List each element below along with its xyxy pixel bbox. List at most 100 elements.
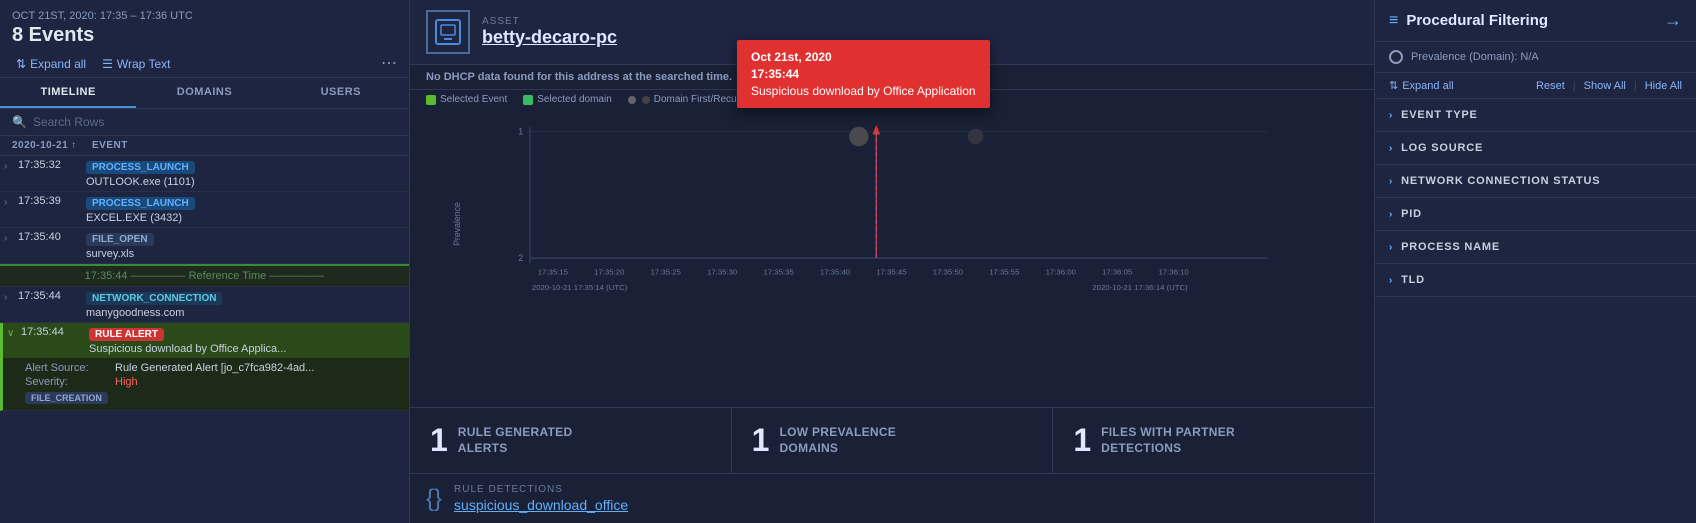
filter-hide-all-link[interactable]: Hide All bbox=[1645, 80, 1682, 92]
search-input[interactable] bbox=[33, 115, 397, 129]
chevron-right-icon: › bbox=[1389, 209, 1393, 220]
events-list: › 17:35:32 PROCESS_LAUNCH OUTLOOK.exe (1… bbox=[0, 156, 409, 523]
filter-expand-all-label: Expand all bbox=[1402, 80, 1453, 92]
expand-chevron[interactable]: › bbox=[4, 290, 18, 303]
event-time: 17:35:39 bbox=[18, 195, 86, 207]
events-count: 8 Events bbox=[12, 24, 397, 47]
recurring-dot bbox=[642, 96, 650, 104]
svg-text:17:35:30: 17:35:30 bbox=[707, 268, 738, 277]
svg-text:17:35:45: 17:35:45 bbox=[876, 268, 906, 277]
list-item: › 17:35:32 PROCESS_LAUNCH OUTLOOK.exe (1… bbox=[0, 156, 409, 192]
tab-domains[interactable]: DOMAINS bbox=[136, 78, 272, 108]
expand-chevron[interactable]: › bbox=[4, 195, 18, 208]
detail-label-severity: Severity: bbox=[25, 376, 115, 388]
filter-section-header-process-name[interactable]: › PROCESS NAME bbox=[1375, 231, 1696, 263]
event-row-main[interactable]: › 17:35:39 PROCESS_LAUNCH EXCEL.EXE (343… bbox=[0, 192, 409, 227]
filter-section-log-source: › LOG SOURCE bbox=[1375, 132, 1696, 165]
svg-text:17:36:05: 17:36:05 bbox=[1102, 268, 1132, 277]
expand-all-button[interactable]: ⇅ Expand all bbox=[12, 55, 90, 73]
event-row-main[interactable]: › 17:35:44 NETWORK_CONNECTION manygoodne… bbox=[0, 287, 409, 322]
rule-detections-name[interactable]: suspicious_download_office bbox=[454, 497, 1358, 513]
asset-label: ASSET bbox=[482, 16, 1358, 27]
filter-icon: ≡ bbox=[1389, 12, 1398, 30]
stat-rule-alerts[interactable]: 1 RULE GENERATEDALERTS bbox=[410, 408, 732, 473]
filter-section-header-network-status[interactable]: › NETWORK CONNECTION STATUS bbox=[1375, 165, 1696, 197]
rule-detections-icon: {} bbox=[426, 485, 442, 513]
event-content: RULE ALERT Suspicious download by Office… bbox=[89, 326, 401, 355]
list-item: ∨ 17:35:44 RULE ALERT Suspicious downloa… bbox=[0, 323, 409, 411]
stat-label-low-prevalence: LOW PREVALENCEDOMAINS bbox=[779, 425, 896, 456]
tab-users[interactable]: USERS bbox=[273, 78, 409, 108]
event-row-main[interactable]: › 17:35:32 PROCESS_LAUNCH OUTLOOK.exe (1… bbox=[0, 156, 409, 191]
filter-section-header-event-type[interactable]: › EVENT TYPE bbox=[1375, 99, 1696, 131]
svg-text:2020-10-21 17:35:14 (UTC): 2020-10-21 17:35:14 (UTC) bbox=[532, 283, 628, 292]
svg-text:Prevalence: Prevalence bbox=[452, 202, 462, 246]
event-badge: PROCESS_LAUNCH bbox=[86, 161, 195, 174]
detail-severity: Severity: High bbox=[25, 376, 397, 388]
left-panel: OCT 21ST, 2020: 17:35 – 17:36 UTC 8 Even… bbox=[0, 0, 410, 523]
tab-timeline[interactable]: TIMELINE bbox=[0, 78, 136, 108]
prevalence-label: Prevalence (Domain): N/A bbox=[1411, 51, 1539, 63]
more-button[interactable]: ⋯ bbox=[381, 56, 397, 72]
asset-icon bbox=[426, 10, 470, 54]
stat-number-partner-detections: 1 bbox=[1073, 422, 1091, 459]
expand-chevron[interactable]: › bbox=[4, 159, 18, 172]
toolbar: ⇅ Expand all ☰ Wrap Text ⋯ bbox=[0, 51, 409, 78]
expand-chevron[interactable]: › bbox=[4, 231, 18, 244]
event-badge: NETWORK_CONNECTION bbox=[86, 292, 222, 305]
event-badge-next: FILE_CREATION bbox=[25, 392, 108, 404]
svg-text:17:35:20: 17:35:20 bbox=[594, 268, 625, 277]
filter-section-header-pid[interactable]: › PID bbox=[1375, 198, 1696, 230]
svg-text:17:35:15: 17:35:15 bbox=[538, 268, 568, 277]
filter-section-network-status: › NETWORK CONNECTION STATUS bbox=[1375, 165, 1696, 198]
event-content: NETWORK_CONNECTION manygoodness.com bbox=[86, 290, 401, 319]
filter-reset-link[interactable]: Reset bbox=[1536, 80, 1565, 92]
detail-value-alert-source: Rule Generated Alert [jo_c7fca982-4ad... bbox=[115, 362, 397, 374]
right-panel-title-text: Procedural Filtering bbox=[1406, 12, 1548, 29]
stat-partner-detections[interactable]: 1 FILES WITH PARTNERDETECTIONS bbox=[1053, 408, 1374, 473]
event-content: PROCESS_LAUNCH OUTLOOK.exe (1101) bbox=[86, 159, 401, 188]
filter-show-all-link[interactable]: Show All bbox=[1584, 80, 1626, 92]
event-badge: RULE ALERT bbox=[89, 328, 164, 341]
event-badge: FILE_OPEN bbox=[86, 233, 154, 246]
event-row-main[interactable]: › 17:35:40 FILE_OPEN survey.xls bbox=[0, 228, 409, 263]
stat-low-prevalence[interactable]: 1 LOW PREVALENCEDOMAINS bbox=[732, 408, 1054, 473]
prevalence-chart: Prevalence 1 2 17:35:15 17:35:20 17:35:2… bbox=[418, 117, 1358, 297]
filter-section-label-network-status: NETWORK CONNECTION STATUS bbox=[1401, 175, 1600, 187]
list-item: › 17:35:39 PROCESS_LAUNCH EXCEL.EXE (343… bbox=[0, 192, 409, 228]
svg-text:1: 1 bbox=[518, 127, 523, 137]
column-headers: 2020-10-21 ↑ EVENT bbox=[0, 136, 409, 156]
event-content: FILE_OPEN survey.xls bbox=[86, 231, 401, 260]
svg-text:17:35:55: 17:35:55 bbox=[989, 268, 1019, 277]
selected-domain-dot bbox=[523, 95, 533, 105]
wrap-text-button[interactable]: ☰ Wrap Text bbox=[98, 55, 174, 73]
event-desc: manygoodness.com bbox=[86, 307, 401, 319]
expand-icon: ⇅ bbox=[16, 57, 26, 71]
col-date-header: 2020-10-21 ↑ bbox=[12, 140, 92, 151]
event-time: 17:35:44 bbox=[18, 290, 86, 302]
reference-time-row: 17:35:44 ————— Reference Time ————— bbox=[0, 264, 409, 287]
right-panel-expand-arrow[interactable]: → bbox=[1664, 10, 1682, 31]
event-time: 17:35:40 bbox=[18, 231, 86, 243]
chevron-right-icon: › bbox=[1389, 110, 1393, 121]
legend-selected-event: Selected Event bbox=[426, 94, 507, 105]
expand-chevron[interactable]: ∨ bbox=[7, 326, 21, 339]
detail-value-severity: High bbox=[115, 376, 397, 388]
prevalence-toggle[interactable] bbox=[1389, 50, 1403, 64]
filter-section-header-log-source[interactable]: › LOG SOURCE bbox=[1375, 132, 1696, 164]
tabs-bar: TIMELINE DOMAINS USERS bbox=[0, 78, 409, 109]
legend-selected-domain: Selected domain bbox=[523, 94, 612, 105]
filter-section-label-process-name: PROCESS NAME bbox=[1401, 241, 1500, 253]
filter-expand-all[interactable]: ⇅ Expand all bbox=[1389, 79, 1454, 92]
chevron-right-icon: › bbox=[1389, 275, 1393, 286]
left-header: OCT 21ST, 2020: 17:35 – 17:36 UTC 8 Even… bbox=[0, 0, 409, 51]
event-detail: Alert Source: Rule Generated Alert [jo_c… bbox=[3, 358, 409, 410]
event-row-main[interactable]: ∨ 17:35:44 RULE ALERT Suspicious downloa… bbox=[3, 323, 409, 358]
svg-text:2020-10-21 17:36:14 (UTC): 2020-10-21 17:36:14 (UTC) bbox=[1092, 283, 1188, 292]
filter-section-header-tld[interactable]: › TLD bbox=[1375, 264, 1696, 296]
chevron-right-icon: › bbox=[1389, 242, 1393, 253]
chart-area: Prevalence 1 2 17:35:15 17:35:20 17:35:2… bbox=[410, 109, 1374, 407]
tooltip-date: Oct 21st, 2020 bbox=[751, 50, 976, 64]
date-range: OCT 21ST, 2020: 17:35 – 17:36 UTC bbox=[12, 10, 397, 22]
event-time: 17:35:44 bbox=[21, 326, 89, 338]
